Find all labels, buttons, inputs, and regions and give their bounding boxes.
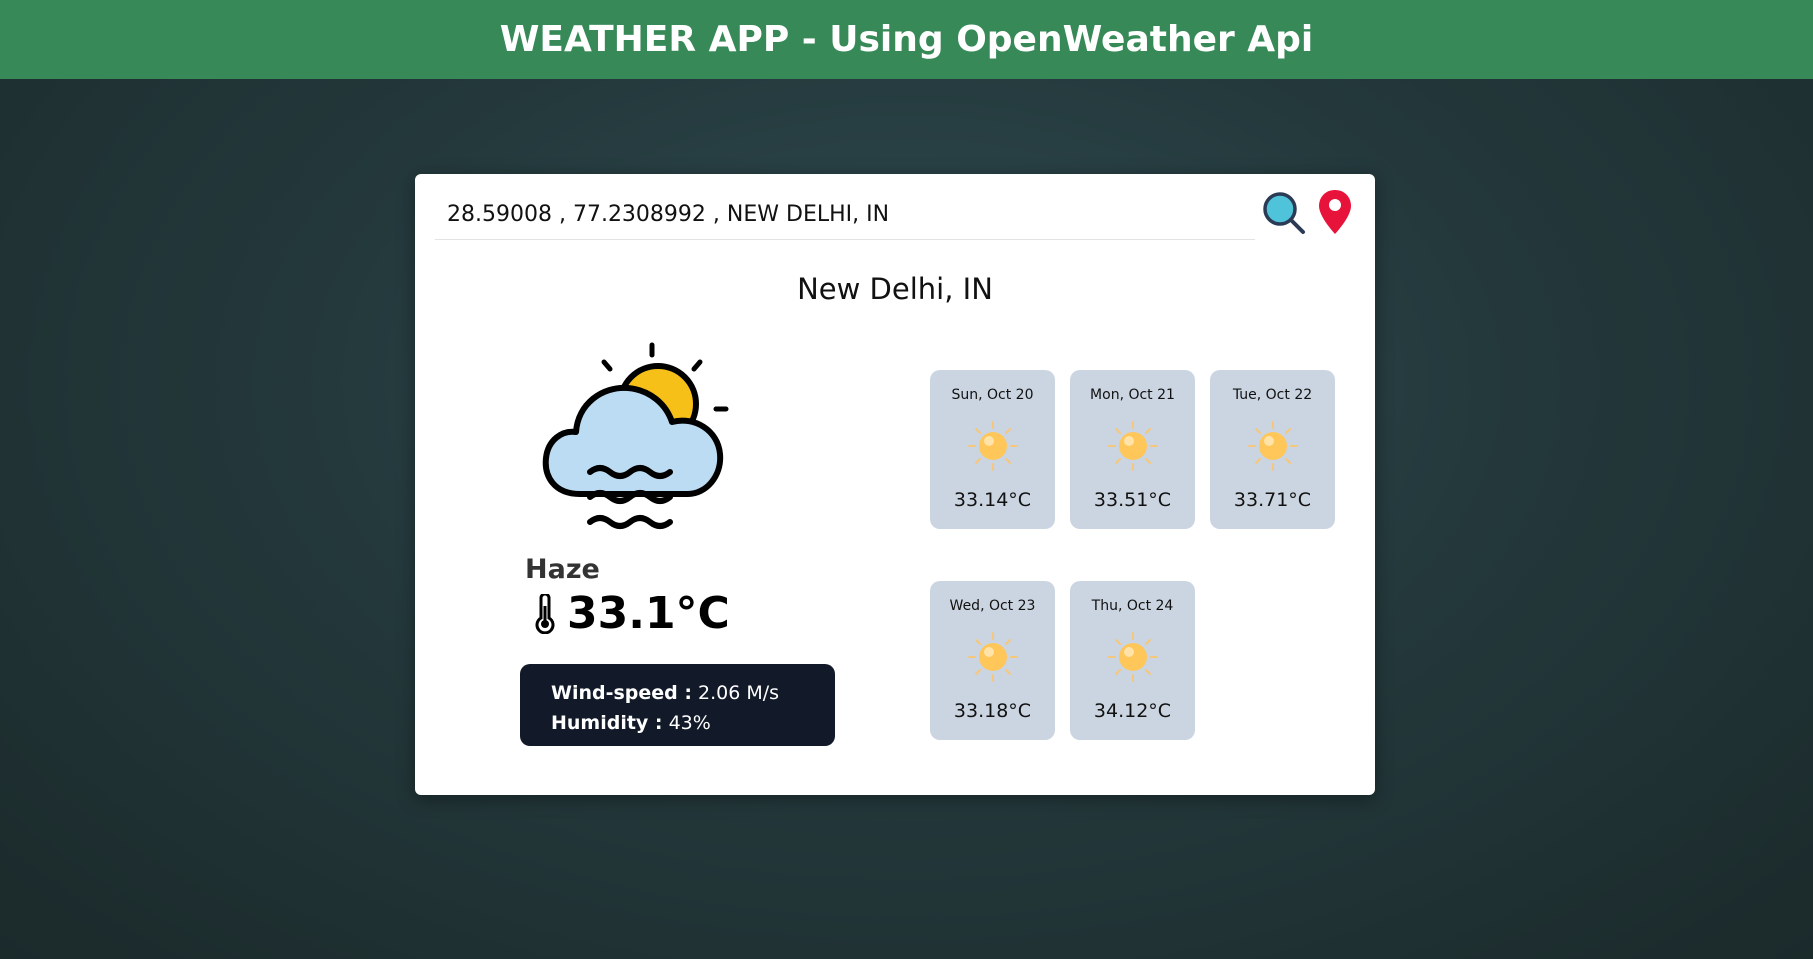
wind-speed-label: Wind-speed : xyxy=(551,682,692,704)
sun-icon xyxy=(1108,632,1158,682)
forecast-date: Sun, Oct 20 xyxy=(951,387,1034,403)
sun-icon xyxy=(1248,421,1298,471)
sun-icon xyxy=(1108,421,1158,471)
humidity-row: Humidity : 43% xyxy=(551,708,804,738)
app-header: WEATHER APP - Using OpenWeather Api xyxy=(0,0,1813,79)
forecast-date: Thu, Oct 24 xyxy=(1091,598,1174,614)
forecast-temperature: 33.51°C xyxy=(1093,489,1172,511)
weather-card: New Delhi, IN Haze 33.1°C Wind-spe xyxy=(415,174,1375,795)
sun-icon xyxy=(968,632,1018,682)
forecast-date: Tue, Oct 22 xyxy=(1232,387,1313,403)
forecast-temperature: 33.18°C xyxy=(953,700,1032,722)
wind-speed-row: Wind-speed : 2.06 M/s xyxy=(551,678,804,708)
thermometer-icon xyxy=(535,593,555,634)
search-icon[interactable] xyxy=(1261,190,1307,236)
forecast-temperature: 33.14°C xyxy=(953,489,1032,511)
current-temperature-row: 33.1°C xyxy=(533,588,730,639)
weather-details-panel: Wind-speed : 2.06 M/s Humidity : 43% xyxy=(520,664,835,746)
forecast-date: Mon, Oct 21 xyxy=(1090,387,1175,403)
sun-icon xyxy=(968,421,1018,471)
forecast-card: Tue, Oct 22 33.71°C xyxy=(1210,370,1335,529)
city-name: New Delhi, IN xyxy=(797,272,993,306)
search-input[interactable] xyxy=(435,190,1255,240)
forecast-date: Wed, Oct 23 xyxy=(949,598,1036,614)
forecast-card: Mon, Oct 21 33.51°C xyxy=(1070,370,1195,529)
forecast-temperature: 34.12°C xyxy=(1093,700,1172,722)
forecast-card: Wed, Oct 23 33.18°C xyxy=(930,581,1055,740)
wind-speed-value: 2.06 M/s xyxy=(698,682,780,704)
humidity-label: Humidity : xyxy=(551,712,663,734)
location-pin-icon[interactable] xyxy=(1317,188,1353,236)
forecast-temperature: 33.71°C xyxy=(1233,489,1312,511)
app-title: WEATHER APP - Using OpenWeather Api xyxy=(499,19,1314,60)
current-temperature: 33.1°C xyxy=(567,588,730,639)
forecast-card: Sun, Oct 20 33.14°C xyxy=(930,370,1055,529)
haze-cloud-sun-icon xyxy=(542,342,729,529)
weather-condition: Haze xyxy=(525,554,600,585)
forecast-card: Thu, Oct 24 34.12°C xyxy=(1070,581,1195,740)
humidity-value: 43% xyxy=(668,712,711,734)
